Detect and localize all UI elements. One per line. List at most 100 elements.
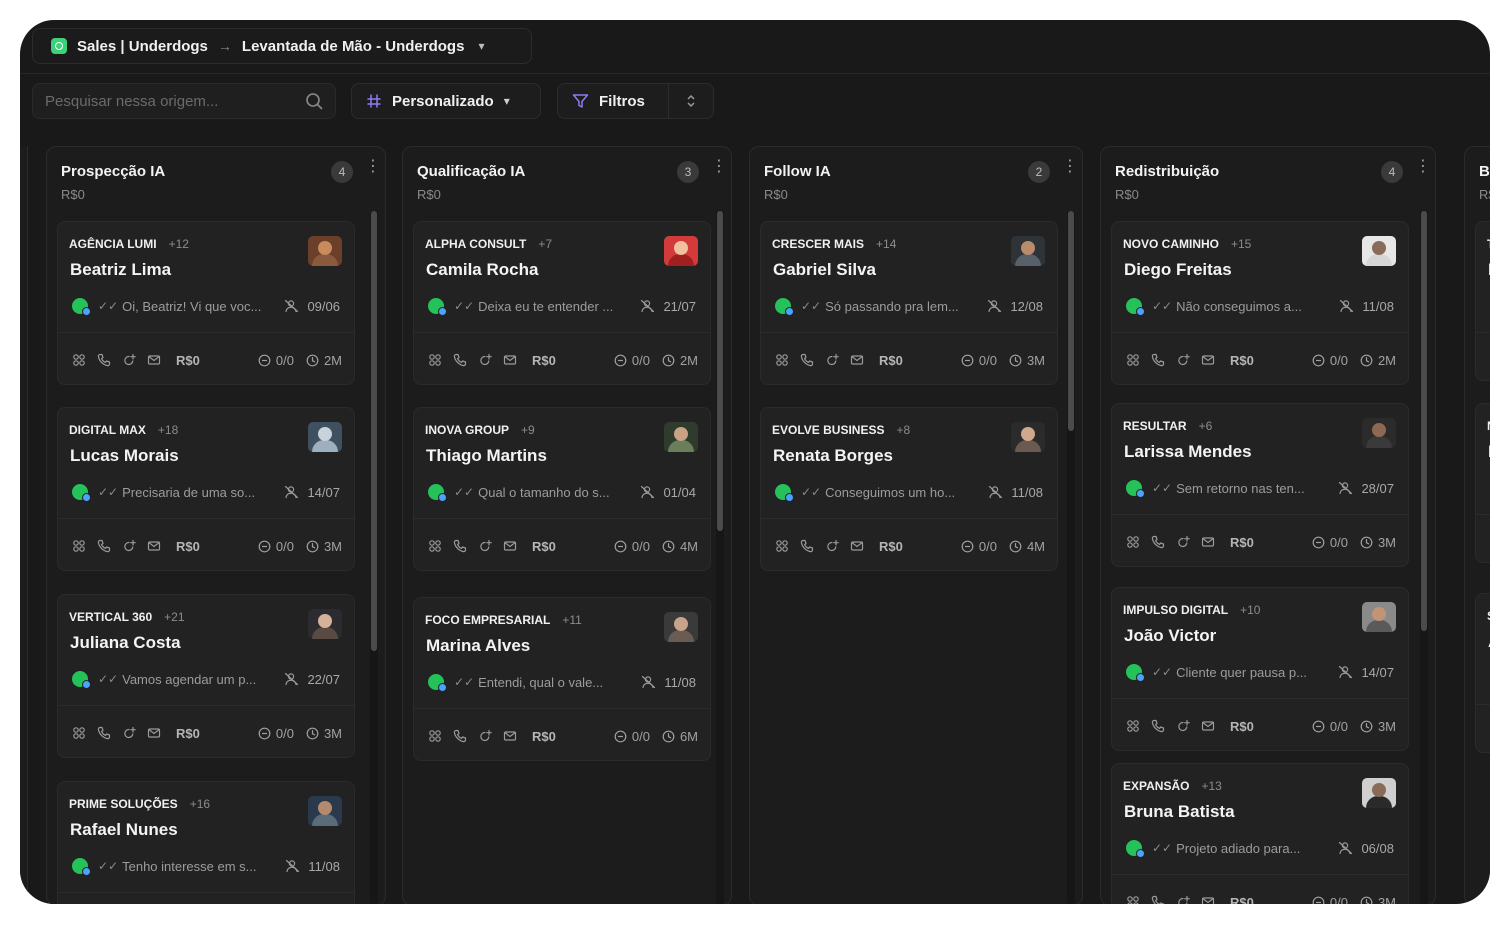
- last-message-row[interactable]: ✓✓ Cliente quer pausa p... 14/07: [1126, 662, 1394, 682]
- avatar[interactable]: [1362, 236, 1396, 266]
- last-message-row[interactable]: ✓✓ Vamos agendar um p... 22/07: [72, 669, 340, 689]
- kanban-column[interactable]: Qualificação IA R$0 3 ⋮ ALPHA CONSULT +7 Camil…: [402, 146, 732, 904]
- last-message-row[interactable]: ✓✓ Entendi, qual o vale... 11/08: [428, 672, 696, 692]
- column-scrollbar[interactable]: [1420, 211, 1428, 904]
- ai-agent-icon[interactable]: [1126, 719, 1151, 733]
- deal-card[interactable]: NOVO CAMINHO +15 Diego Freitas ✓✓ Não conseg…: [1111, 221, 1409, 385]
- last-message-row[interactable]: ✓✓ Qual o tamanho do s... 01/04: [428, 482, 696, 502]
- ai-agent-icon[interactable]: [775, 539, 800, 553]
- deal-card[interactable]: DIGITAL MAX +18 Lucas Morais ✓✓ Precisaria d…: [57, 407, 355, 571]
- phone-icon[interactable]: [800, 353, 825, 367]
- last-message-row[interactable]: ✓✓ Sem retorno nas ten... 28/07: [1126, 478, 1394, 498]
- deal-card[interactable]: EXPANSÃO +13 Bruna Batista ✓✓ Projeto adiado…: [1111, 763, 1409, 904]
- add-activity-icon[interactable]: [1176, 353, 1201, 367]
- breadcrumb[interactable]: Sales | Underdogs → Levantada de Mão - U…: [32, 28, 532, 64]
- avatar[interactable]: [308, 796, 342, 826]
- phone-icon[interactable]: [97, 353, 122, 367]
- mail-icon[interactable]: [147, 353, 172, 367]
- deal-card[interactable]: AGÊNCIA LUMI +12 Beatriz Lima ✓✓ Oi, Beatriz…: [57, 221, 355, 385]
- ai-agent-icon[interactable]: [1126, 353, 1151, 367]
- mail-icon[interactable]: [503, 353, 528, 367]
- add-activity-icon[interactable]: [122, 726, 147, 740]
- phone-icon[interactable]: [97, 539, 122, 553]
- add-activity-icon[interactable]: [478, 539, 503, 553]
- add-activity-icon[interactable]: [122, 539, 147, 553]
- avatar[interactable]: [1362, 778, 1396, 808]
- deal-card[interactable]: IMPULSO DIGITAL +10 João Victor ✓✓ Cliente q…: [1111, 587, 1409, 751]
- deal-card[interactable]: SM A: [1475, 593, 1490, 753]
- avatar[interactable]: [1011, 422, 1045, 452]
- column-scrollbar[interactable]: [1067, 211, 1075, 904]
- last-message-row[interactable]: ✓✓ Oi, Beatriz! Vi que voc... 09/06: [72, 296, 340, 316]
- scrollbar-thumb[interactable]: [717, 211, 723, 531]
- avatar[interactable]: [308, 236, 342, 266]
- search-icon[interactable]: [305, 92, 323, 110]
- avatar[interactable]: [664, 422, 698, 452]
- ai-agent-icon[interactable]: [72, 726, 97, 740]
- deal-card[interactable]: VERTICAL 360 +21 Juliana Costa ✓✓ Vamos agen…: [57, 594, 355, 758]
- mail-icon[interactable]: [147, 726, 172, 740]
- column-scrollbar[interactable]: [716, 211, 724, 904]
- deal-card[interactable]: FOCO EMPRESARIAL +11 Marina Alves ✓✓ Entendi…: [413, 597, 711, 761]
- deal-card[interactable]: EVOLVE BUSINESS +8 Renata Borges ✓✓ Consegui…: [760, 407, 1058, 571]
- kanban-column[interactable]: Redistribuição R$0 4 ⋮ NOVO CAMINHO +15 Diego …: [1100, 146, 1436, 904]
- phone-icon[interactable]: [453, 729, 478, 743]
- phone-icon[interactable]: [453, 539, 478, 553]
- add-activity-icon[interactable]: [1176, 895, 1201, 904]
- deal-card[interactable]: TA Pe: [1475, 221, 1490, 381]
- mail-icon[interactable]: [850, 353, 875, 367]
- ai-agent-icon[interactable]: [1126, 535, 1151, 549]
- last-message-row[interactable]: ✓✓ Projeto adiado para... 06/08: [1126, 838, 1394, 858]
- ai-agent-icon[interactable]: [1126, 895, 1151, 904]
- more-vertical-icon[interactable]: ⋮: [711, 159, 727, 175]
- avatar[interactable]: [664, 612, 698, 642]
- kanban-column[interactable]: Prospecção IA R$0 4 ⋮ AGÊNCIA LUMI +12 Beatriz…: [46, 146, 386, 904]
- avatar[interactable]: [308, 609, 342, 639]
- scrollbar-thumb[interactable]: [1421, 211, 1427, 631]
- avatar[interactable]: [1362, 602, 1396, 632]
- ai-agent-icon[interactable]: [428, 729, 453, 743]
- mail-icon[interactable]: [1201, 895, 1226, 904]
- kanban-column[interactable]: Ba R$ TA Pe NE Fe SM A: [1464, 146, 1490, 904]
- search-input[interactable]: [45, 92, 305, 110]
- add-activity-icon[interactable]: [122, 353, 147, 367]
- mail-icon[interactable]: [503, 539, 528, 553]
- last-message-row[interactable]: ✓✓ Não conseguimos a... 11/08: [1126, 296, 1394, 316]
- phone-icon[interactable]: [1151, 719, 1176, 733]
- add-activity-icon[interactable]: [825, 539, 850, 553]
- breadcrumb-workspace[interactable]: Sales | Underdogs: [77, 38, 208, 55]
- phone-icon[interactable]: [1151, 895, 1176, 904]
- last-message-row[interactable]: ✓✓ Precisaria de uma so... 14/07: [72, 482, 340, 502]
- scrollbar-thumb[interactable]: [1068, 211, 1074, 431]
- ai-agent-icon[interactable]: [775, 353, 800, 367]
- sort-toggle-button[interactable]: [668, 83, 714, 119]
- more-vertical-icon[interactable]: ⋮: [1415, 159, 1431, 175]
- phone-icon[interactable]: [1151, 535, 1176, 549]
- last-message-row[interactable]: ✓✓ Conseguimos um ho... 11/08: [775, 482, 1043, 502]
- avatar[interactable]: [1362, 418, 1396, 448]
- breadcrumb-pipeline[interactable]: Levantada de Mão - Underdogs: [242, 38, 465, 55]
- column-scrollbar[interactable]: [370, 211, 378, 904]
- search-box[interactable]: [32, 83, 336, 119]
- deal-card[interactable]: CRESCER MAIS +14 Gabriel Silva ✓✓ Só passand…: [760, 221, 1058, 385]
- ai-agent-icon[interactable]: [428, 539, 453, 553]
- more-vertical-icon[interactable]: ⋮: [365, 159, 381, 175]
- last-message-row[interactable]: ✓✓ Tenho interesse em s... 11/08: [72, 856, 340, 876]
- more-vertical-icon[interactable]: ⋮: [1062, 159, 1078, 175]
- avatar[interactable]: [664, 236, 698, 266]
- mail-icon[interactable]: [850, 539, 875, 553]
- mail-icon[interactable]: [1201, 353, 1226, 367]
- mail-icon[interactable]: [503, 729, 528, 743]
- deal-card[interactable]: NE Fe: [1475, 403, 1490, 563]
- add-activity-icon[interactable]: [478, 353, 503, 367]
- filters-button[interactable]: Filtros: [557, 83, 669, 119]
- deal-card[interactable]: RESULTAR +6 Larissa Mendes ✓✓ Sem retorno na…: [1111, 403, 1409, 567]
- add-activity-icon[interactable]: [825, 353, 850, 367]
- chevron-down-icon[interactable]: ▾: [478, 39, 484, 53]
- deal-card[interactable]: PRIME SOLUÇÕES +16 Rafael Nunes ✓✓ Tenho int…: [57, 781, 355, 904]
- ai-agent-icon[interactable]: [72, 353, 97, 367]
- add-activity-icon[interactable]: [1176, 535, 1201, 549]
- phone-icon[interactable]: [800, 539, 825, 553]
- last-message-row[interactable]: ✓✓ Deixa eu te entender ... 21/07: [428, 296, 696, 316]
- scrollbar-thumb[interactable]: [371, 211, 377, 651]
